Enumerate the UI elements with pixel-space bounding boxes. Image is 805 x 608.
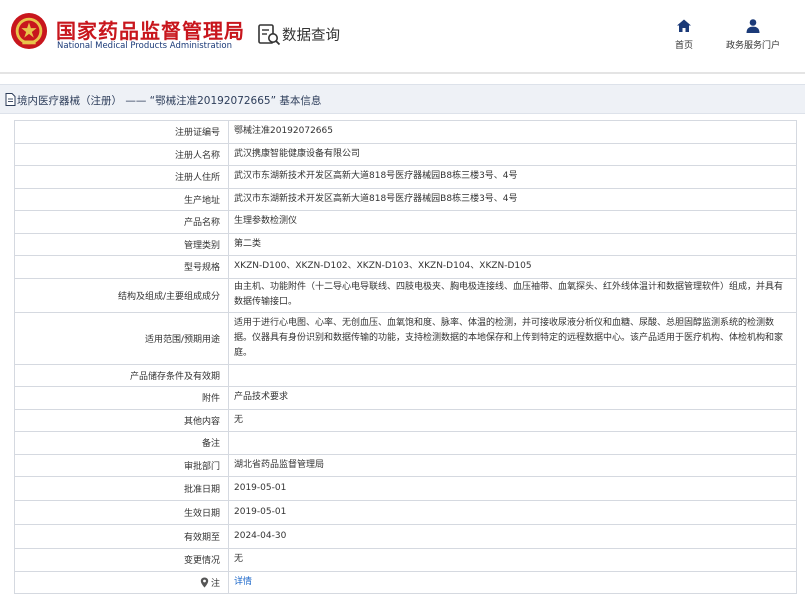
national-emblem-icon (10, 12, 48, 50)
nav-home-label: 首页 (674, 41, 693, 51)
table-row: 生产地址 武汉市东湖新技术开发区高新大道818号医疗器械园B8栋三楼3号、4号 (14, 187, 797, 211)
field-label: 生产地址 (14, 187, 229, 211)
header-divider (0, 72, 805, 74)
field-value-cell: 详情 (228, 570, 797, 594)
data-search-icon (258, 24, 281, 46)
field-value (228, 363, 797, 387)
field-value: 无 (228, 548, 797, 572)
site-header: 国家药品监督管理局 National Medical Products Admi… (0, 0, 805, 72)
table-row: 适用范围/预期用途 适用于进行心电图、心率、无创血压、血氧饱和度、脉率、体温的检… (14, 311, 797, 365)
record-detail-table: 注册证编号 鄂械注准20192072665 注册人名称 武汉携康智能健康设备有限… (14, 120, 797, 594)
field-value (228, 431, 797, 455)
field-label: 产品储存条件及有效期 (14, 363, 229, 387)
field-label: 变更情况 (14, 548, 229, 572)
table-row: 变更情况 无 (14, 548, 797, 572)
field-label: 结构及组成/主要组成成分 (14, 277, 229, 313)
field-label: 型号规格 (14, 255, 229, 279)
field-value: XKZN-D100、XKZN-D102、XKZN-D103、XKZN-D104、… (228, 255, 797, 279)
table-row: 管理类别 第二类 (14, 232, 797, 256)
field-label: 生效日期 (14, 500, 229, 525)
field-label: 产品名称 (14, 210, 229, 234)
field-label: 注 (210, 578, 220, 589)
field-value: 产品技术要求 (228, 386, 797, 410)
table-row: 注 详情 (14, 570, 797, 594)
field-value: 无 (228, 408, 797, 432)
field-label: 批准日期 (14, 476, 229, 501)
field-value: 2019-05-01 (228, 476, 797, 501)
table-row: 审批部门 湖北省药品监督管理局 (14, 453, 797, 477)
page-section-title: 数据查询 (282, 28, 340, 44)
table-row: 其他内容 无 (14, 408, 797, 432)
field-value: 湖北省药品监督管理局 (228, 453, 797, 477)
breadcrumb-text: 境内医疗器械（注册） —— “鄂械注准20192072665” 基本信息 (17, 95, 322, 107)
field-label: 适用范围/预期用途 (14, 311, 229, 365)
nav-service-portal-label: 政务服务门户 (725, 41, 780, 51)
field-value: 适用于进行心电图、心率、无创血压、血氧饱和度、脉率、体温的检测，并可接收尿液分析… (228, 311, 797, 365)
field-value: 由主机、功能附件（十二导心电导联线、四肢电极夹、胸电极连接线、血压袖带、血氧探头… (228, 277, 797, 313)
field-value: 武汉市东湖新技术开发区高新大道818号医疗器械园B8栋三楼3号、4号 (228, 187, 797, 211)
user-icon (746, 19, 760, 33)
field-label: 其他内容 (14, 408, 229, 432)
field-label: 管理类别 (14, 232, 229, 256)
brand-title-en: National Medical Products Administration (57, 41, 232, 51)
table-row: 附件 产品技术要求 (14, 386, 797, 410)
field-value: 武汉市东湖新技术开发区高新大道818号医疗器械园B8栋三楼3号、4号 (228, 165, 797, 189)
field-label: 备注 (14, 431, 229, 455)
brand-title-cn: 国家药品监督管理局 (56, 19, 245, 43)
table-row: 注册人住所 武汉市东湖新技术开发区高新大道818号医疗器械园B8栋三楼3号、4号 (14, 165, 797, 189)
field-value: 2024-04-30 (228, 524, 797, 549)
table-row: 备注 (14, 431, 797, 455)
table-row: 注册证编号 鄂械注准20192072665 (14, 120, 797, 144)
table-row: 型号规格 XKZN-D100、XKZN-D102、XKZN-D103、XKZN-… (14, 255, 797, 279)
table-row: 注册人名称 武汉携康智能健康设备有限公司 (14, 142, 797, 166)
field-label: 有效期至 (14, 524, 229, 549)
nav-service-portal-link[interactable]: 政务服务门户 (720, 18, 786, 54)
table-row: 生效日期 2019-05-01 (14, 500, 797, 525)
table-row: 产品储存条件及有效期 (14, 363, 797, 387)
breadcrumb: 境内医疗器械（注册） —— “鄂械注准20192072665” 基本信息 (0, 84, 805, 114)
field-label: 附件 (14, 386, 229, 410)
nav-home-link[interactable]: 首页 (666, 18, 702, 54)
field-value: 2019-05-01 (228, 500, 797, 525)
note-label-cell: 注 (14, 570, 229, 594)
table-row: 结构及组成/主要组成成分 由主机、功能附件（十二导心电导联线、四肢电极夹、胸电极… (14, 277, 797, 313)
details-link[interactable]: 详情 (234, 577, 252, 587)
field-value: 第二类 (228, 232, 797, 256)
field-label: 审批部门 (14, 453, 229, 477)
field-value: 生理参数检测仪 (228, 210, 797, 234)
field-value: 鄂械注准20192072665 (228, 120, 797, 144)
location-pin-icon (200, 577, 209, 588)
field-label: 注册人名称 (14, 142, 229, 166)
table-row: 产品名称 生理参数检测仪 (14, 210, 797, 234)
field-value: 武汉携康智能健康设备有限公司 (228, 142, 797, 166)
home-icon (677, 19, 691, 32)
field-label: 注册人住所 (14, 165, 229, 189)
field-label: 注册证编号 (14, 120, 229, 144)
table-row: 批准日期 2019-05-01 (14, 476, 797, 501)
document-icon (5, 93, 16, 106)
table-row: 有效期至 2024-04-30 (14, 524, 797, 549)
